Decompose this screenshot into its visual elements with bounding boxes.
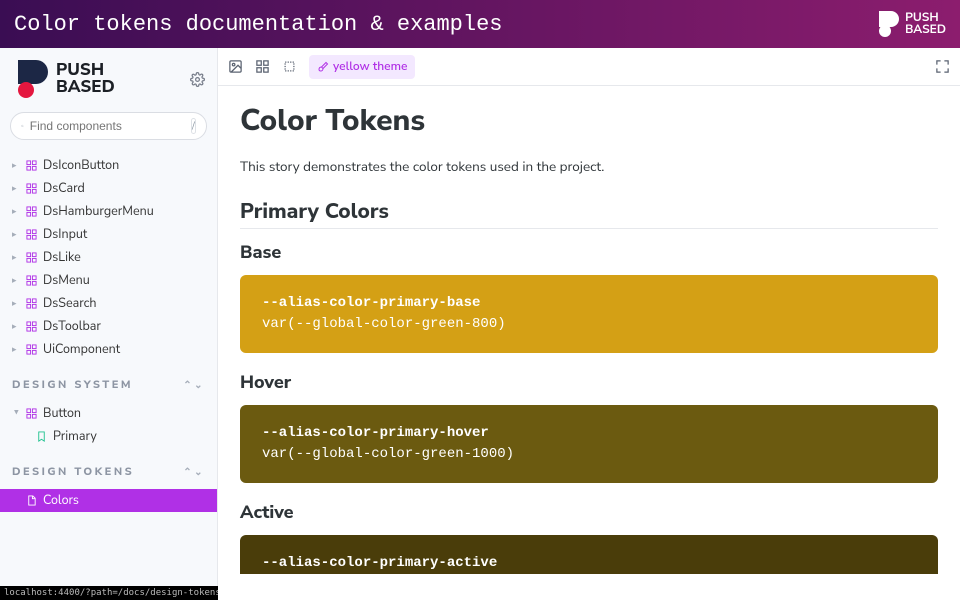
tree-item-label: DsIconButton bbox=[43, 157, 119, 174]
sidebar-brand: PUSH BASED bbox=[18, 60, 115, 98]
document-icon bbox=[26, 495, 37, 506]
token-value: var(--global-color-green-800) bbox=[262, 314, 916, 335]
collapse-icon: ⌃⌄ bbox=[183, 465, 205, 479]
measure-icon[interactable] bbox=[282, 59, 297, 74]
heading-primary-colors: Primary Colors bbox=[240, 198, 938, 229]
search-wrap: / bbox=[0, 112, 217, 150]
tree-item[interactable]: ▸ DsToolbar bbox=[0, 315, 217, 338]
push-based-icon bbox=[18, 60, 48, 98]
token-name: --alias-color-primary-active bbox=[262, 553, 916, 574]
token-value: var(--global-color-green-1000) bbox=[262, 444, 916, 465]
sidebar: PUSH BASED / ▸ DsIconButton bbox=[0, 48, 218, 600]
caret-right-icon: ▸ bbox=[12, 275, 20, 287]
tree-item-button[interactable]: ▸ Button bbox=[0, 402, 217, 425]
content-toolbar: yellow theme bbox=[218, 48, 960, 86]
token-name: --alias-color-primary-hover bbox=[262, 423, 916, 444]
tree-item[interactable]: ▸ DsLike bbox=[0, 246, 217, 269]
collapse-icon: ⌃⌄ bbox=[183, 378, 205, 392]
component-icon bbox=[26, 408, 37, 419]
brand-text: PUSH BASED bbox=[905, 12, 946, 36]
heading-hover: Hover bbox=[240, 371, 938, 395]
swatch-primary-hover: --alias-color-primary-hover var(--global… bbox=[240, 405, 938, 483]
theme-switcher[interactable]: yellow theme bbox=[309, 55, 415, 79]
tree-item-label: UiComponent bbox=[43, 341, 120, 358]
sidebar-brand-text: PUSH BASED bbox=[56, 62, 115, 96]
page-lead: This story demonstrates the color tokens… bbox=[240, 157, 938, 176]
tree-item-label: Colors bbox=[43, 492, 79, 509]
main-split: PUSH BASED / ▸ DsIconButton bbox=[0, 48, 960, 600]
tree-item-colors[interactable]: Colors bbox=[0, 489, 217, 512]
image-icon[interactable] bbox=[228, 59, 243, 74]
swatch-primary-base: --alias-color-primary-base var(--global-… bbox=[240, 275, 938, 353]
caret-right-icon: ▸ bbox=[12, 252, 20, 264]
component-icon bbox=[26, 321, 37, 332]
component-icon bbox=[26, 344, 37, 355]
tree-item-label: DsSearch bbox=[43, 295, 97, 312]
design-tokens-tree: Colors bbox=[0, 485, 217, 516]
banner-brand-logo: PUSH BASED bbox=[879, 11, 946, 37]
heading-active: Active bbox=[240, 501, 938, 525]
caret-right-icon: ▸ bbox=[12, 229, 20, 241]
tree-item[interactable]: ▸ DsMenu bbox=[0, 269, 217, 292]
component-icon bbox=[26, 206, 37, 217]
design-system-tree: ▸ Button Primary bbox=[0, 398, 217, 452]
tree-item-label: DsMenu bbox=[43, 272, 90, 289]
tree-item-label: DsHamburgerMenu bbox=[43, 203, 154, 220]
component-tree: ▸ DsIconButton ▸ DsCard ▸ DsHamburgerMen… bbox=[0, 150, 217, 365]
component-icon bbox=[26, 275, 37, 286]
banner-title: Color tokens documentation & examples bbox=[14, 12, 502, 37]
caret-right-icon: ▸ bbox=[12, 183, 20, 195]
search-shortcut-badge: / bbox=[191, 118, 196, 134]
swatch-primary-active: --alias-color-primary-active bbox=[240, 535, 938, 574]
search-icon bbox=[21, 120, 24, 132]
page-title: Color Tokens bbox=[240, 100, 938, 141]
search-input[interactable] bbox=[30, 119, 185, 133]
tree-item[interactable]: ▸ DsIconButton bbox=[0, 154, 217, 177]
caret-right-icon: ▸ bbox=[12, 160, 20, 172]
search-input-container[interactable]: / bbox=[10, 112, 207, 140]
tree-item-label: DsToolbar bbox=[43, 318, 101, 335]
gear-icon[interactable] bbox=[190, 72, 205, 87]
component-icon bbox=[26, 229, 37, 240]
paintbrush-icon bbox=[317, 61, 329, 73]
tree-item-label: Button bbox=[43, 405, 81, 422]
tree-child-label: Primary bbox=[53, 428, 97, 445]
tree-item-label: DsInput bbox=[43, 226, 87, 243]
section-header-design-system[interactable]: DESIGN SYSTEM ⌃⌄ bbox=[0, 365, 217, 398]
status-url: localhost:4400/?path=/docs/design-tokens… bbox=[0, 586, 218, 600]
component-icon bbox=[26, 183, 37, 194]
tree-item[interactable]: ▸ DsCard bbox=[0, 177, 217, 200]
content-panel: yellow theme Color Tokens This story dem… bbox=[218, 48, 960, 600]
tree-item-label: DsLike bbox=[43, 249, 81, 266]
tree-item[interactable]: ▸ DsHamburgerMenu bbox=[0, 200, 217, 223]
fullscreen-icon[interactable] bbox=[935, 59, 950, 74]
tree-child-primary[interactable]: Primary bbox=[0, 425, 217, 448]
tree-item[interactable]: ▸ DsInput bbox=[0, 223, 217, 246]
sidebar-header: PUSH BASED bbox=[0, 60, 217, 112]
component-icon bbox=[26, 252, 37, 263]
bookmark-icon bbox=[36, 431, 47, 442]
component-icon bbox=[26, 160, 37, 171]
caret-right-icon: ▸ bbox=[12, 206, 20, 218]
grid-icon[interactable] bbox=[255, 59, 270, 74]
tree-item[interactable]: ▸ DsSearch bbox=[0, 292, 217, 315]
component-icon bbox=[26, 298, 37, 309]
caret-down-icon: ▸ bbox=[10, 410, 22, 418]
top-banner: Color tokens documentation & examples PU… bbox=[0, 0, 960, 48]
token-name: --alias-color-primary-base bbox=[262, 293, 916, 314]
caret-right-icon: ▸ bbox=[12, 344, 20, 356]
caret-right-icon: ▸ bbox=[12, 321, 20, 333]
tree-item[interactable]: ▸ UiComponent bbox=[0, 338, 217, 361]
push-based-icon bbox=[879, 11, 899, 37]
section-header-design-tokens[interactable]: DESIGN TOKENS ⌃⌄ bbox=[0, 452, 217, 485]
doc-body[interactable]: Color Tokens This story demonstrates the… bbox=[218, 86, 960, 600]
tree-item-label: DsCard bbox=[43, 180, 85, 197]
caret-right-icon: ▸ bbox=[12, 298, 20, 310]
heading-base: Base bbox=[240, 241, 938, 265]
